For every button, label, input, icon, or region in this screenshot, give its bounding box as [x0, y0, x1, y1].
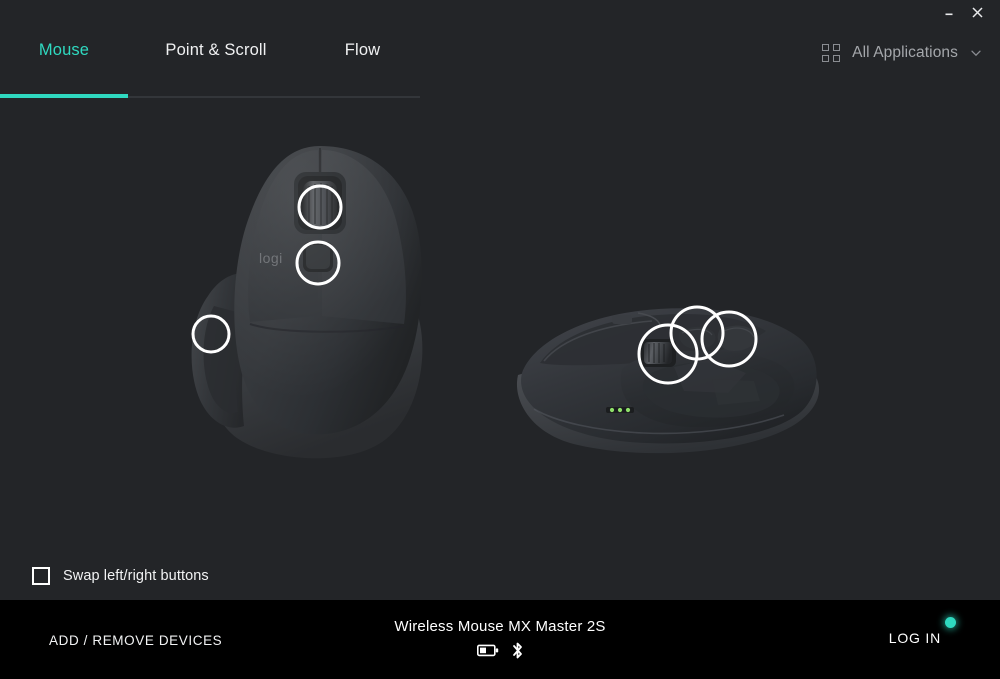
application-selector-label: All Applications	[852, 44, 958, 61]
battery-leds	[606, 407, 634, 413]
close-button[interactable]	[964, 0, 990, 24]
application-selector[interactable]: All Applications	[822, 40, 982, 66]
chevron-down-icon	[971, 50, 981, 57]
online-status-dot	[945, 617, 956, 628]
tab-mouse[interactable]: Mouse	[0, 24, 128, 76]
login-label: LOG IN	[888, 630, 941, 646]
minimize-button[interactable]	[936, 0, 962, 24]
footer-bar: ADD / REMOVE DEVICES Wireless Mouse MX M…	[0, 600, 1000, 679]
swap-buttons-row[interactable]: Swap left/right buttons	[32, 567, 209, 585]
grid-icon	[822, 44, 841, 62]
swap-buttons-label: Swap left/right buttons	[63, 568, 209, 584]
login-button[interactable]: LOG IN	[888, 617, 956, 647]
device-name: Wireless Mouse MX Master 2S	[394, 618, 606, 635]
mouse-side-view	[516, 305, 820, 454]
close-icon	[971, 6, 983, 18]
tab-mouse-label: Mouse	[38, 40, 90, 59]
tab-flow[interactable]: Flow	[304, 24, 421, 76]
tab-flow-label: Flow	[344, 40, 381, 59]
battery-icon	[476, 644, 498, 657]
device-status: Wireless Mouse MX Master 2S	[0, 618, 1000, 660]
device-icon-row	[0, 641, 1000, 660]
device-stage: logi	[0, 76, 1000, 643]
tab-list: Mouse Point & Scroll Flow	[0, 24, 421, 76]
tab-point-and-scroll-label: Point & Scroll	[165, 40, 267, 59]
minimize-icon	[945, 13, 953, 16]
title-bar	[0, 0, 1000, 24]
bluetooth-icon	[512, 642, 522, 659]
tab-point-and-scroll[interactable]: Point & Scroll	[128, 24, 304, 76]
logitech-options-window: Mouse Point & Scroll Flow All Applicatio…	[0, 0, 1000, 679]
swap-buttons-checkbox[interactable]	[32, 567, 50, 585]
mouse-top-view: logi	[191, 146, 423, 459]
